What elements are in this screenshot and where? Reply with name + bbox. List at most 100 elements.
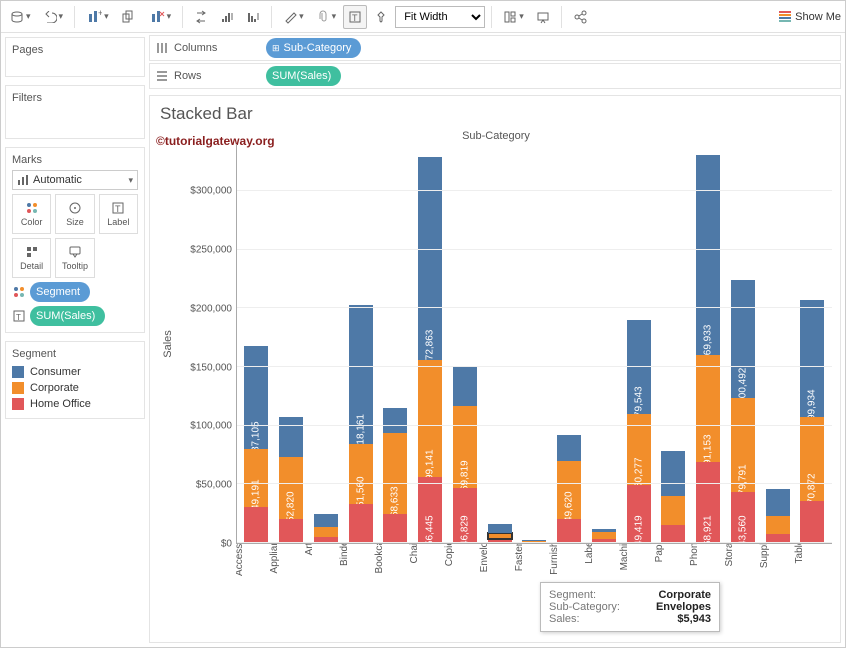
columns-shelf[interactable]: Columns ⊞Sub-Category [149, 35, 841, 61]
bar-segment[interactable] [800, 501, 824, 543]
bar-segment[interactable] [766, 489, 790, 516]
bar-segment[interactable] [279, 417, 303, 457]
bar-segment[interactable]: $68,921 [696, 462, 720, 543]
bar-segment[interactable] [279, 519, 303, 543]
bar-segment[interactable] [557, 519, 581, 543]
bar[interactable]: $49,191$87,105 [244, 346, 268, 543]
pill-sum-sales[interactable]: SUM(Sales) [30, 306, 105, 326]
pill-segment[interactable]: Segment [30, 282, 90, 302]
legend-item[interactable]: Corporate [12, 380, 138, 396]
bar[interactable]: $49,419$60,277$79,543 [627, 320, 651, 543]
bar[interactable]: $43,560$79,791$100,492 [731, 280, 755, 543]
marks-type-select[interactable]: Automatic ▾ [12, 170, 138, 190]
bar-segment[interactable] [244, 507, 268, 543]
bar[interactable] [488, 524, 512, 543]
sort-desc-button[interactable] [241, 5, 265, 29]
bar[interactable] [766, 489, 790, 543]
sort-asc-button[interactable] [215, 5, 239, 29]
plot[interactable]: $49,191$87,105 $52,820 $51,560$118,161 $68,… [236, 144, 832, 544]
bar-segment[interactable] [349, 504, 373, 543]
highlight-button[interactable]: ▾ [278, 5, 309, 29]
new-worksheet-button[interactable]: + ▾ [81, 5, 114, 29]
legend-item[interactable]: Consumer [12, 364, 138, 380]
bar[interactable]: $68,633 [383, 408, 407, 543]
mark-color-button[interactable]: Color [12, 194, 51, 234]
attach-button[interactable]: ▾ [311, 5, 342, 29]
rows-pill[interactable]: SUM(Sales) [266, 66, 341, 86]
bar-segment[interactable] [661, 525, 685, 543]
bar-segment[interactable] [661, 496, 685, 525]
bar-segment[interactable] [522, 540, 546, 542]
bar-segment[interactable]: $52,820 [279, 457, 303, 519]
bar-segment[interactable]: $69,819 [453, 406, 477, 488]
bar-segment[interactable]: $49,419 [627, 485, 651, 543]
bar-segment[interactable]: $70,872 [800, 417, 824, 500]
bar[interactable]: $68,921$91,153$169,933 [696, 155, 720, 543]
bar-label: $49,419 [633, 515, 644, 543]
clear-sheet-button[interactable]: ▾ [144, 5, 177, 29]
swap-button[interactable] [189, 5, 213, 29]
bar-segment[interactable] [314, 527, 338, 538]
show-cards-button[interactable]: ▾ [498, 5, 529, 29]
legend-item[interactable]: Home Office [12, 396, 138, 412]
bar-segment[interactable] [557, 435, 581, 461]
bar[interactable]: $70,872$99,934 [800, 300, 824, 543]
bar[interactable] [592, 529, 616, 543]
bar-segment[interactable] [766, 516, 790, 534]
bar-segment[interactable] [661, 451, 685, 496]
undo-button[interactable]: ▾ [38, 5, 69, 29]
bar-segment[interactable]: $46,829 [453, 488, 477, 543]
x-tick: Labels [592, 548, 616, 560]
bar-segment[interactable]: $91,153 [696, 355, 720, 462]
mark-size-button[interactable]: Size [55, 194, 94, 234]
labels-button[interactable]: T [343, 5, 367, 29]
bar[interactable]: $46,829$69,819 [453, 367, 477, 543]
bar-segment[interactable] [383, 408, 407, 433]
mark-detail-button[interactable]: Detail [12, 238, 51, 278]
bar-segment[interactable]: $172,863 [418, 157, 442, 360]
presentation-button[interactable] [531, 5, 555, 29]
bar-segment[interactable]: $56,445 [418, 477, 442, 543]
bar-segment[interactable]: $51,560 [349, 444, 373, 505]
mark-label-button[interactable]: T Label [99, 194, 138, 234]
duplicate-sheet-button[interactable] [116, 5, 142, 29]
bar[interactable]: $52,820 [279, 417, 303, 543]
columns-pill[interactable]: ⊞Sub-Category [266, 38, 361, 58]
bar-segment[interactable] [488, 533, 512, 540]
y-tick: $100,000 [190, 421, 232, 432]
bar-segment[interactable]: $99,141 [418, 360, 442, 477]
bar-segment[interactable] [453, 367, 477, 406]
bar-segment[interactable]: $49,620 [557, 461, 581, 519]
bar-segment[interactable]: $43,560 [731, 492, 755, 543]
bar-segment[interactable]: $68,633 [383, 433, 407, 514]
bar-segment[interactable]: $99,934 [800, 300, 824, 418]
pin-button[interactable] [369, 5, 393, 29]
bar[interactable] [314, 514, 338, 543]
bar[interactable]: $56,445$99,141$172,863 [418, 157, 442, 543]
legend-label: Home Office [30, 398, 91, 410]
bar-segment[interactable]: $79,791 [731, 398, 755, 492]
marks-type-label: Automatic [33, 174, 82, 186]
bar-segment[interactable]: $118,161 [349, 305, 373, 444]
bar-label: $100,492 [737, 368, 748, 398]
fit-select[interactable]: Fit Width [395, 6, 485, 28]
bar-segment[interactable] [592, 529, 616, 533]
legend-swatch [12, 382, 24, 394]
share-button[interactable] [568, 5, 592, 29]
show-me-button[interactable]: Show Me [779, 11, 841, 23]
bar-segment[interactable] [383, 514, 407, 543]
bar-segment[interactable]: $169,933 [696, 155, 720, 355]
bar-segment[interactable] [592, 532, 616, 539]
bar-segment[interactable]: $100,492 [731, 280, 755, 398]
bar[interactable] [661, 451, 685, 543]
rows-shelf[interactable]: Rows SUM(Sales) [149, 63, 841, 89]
bar-segment[interactable]: $79,543 [627, 320, 651, 414]
bar-segment[interactable] [488, 524, 512, 532]
bar-segment[interactable] [314, 514, 338, 527]
tooltip-key: Sub-Category: [549, 601, 620, 613]
bar[interactable]: $49,620 [557, 435, 581, 543]
bar-segment[interactable]: $87,105 [244, 346, 268, 448]
bar-segment[interactable]: $49,191 [244, 449, 268, 507]
mark-tooltip-button[interactable]: Tooltip [55, 238, 94, 278]
data-source-button[interactable]: ▾ [5, 5, 36, 29]
